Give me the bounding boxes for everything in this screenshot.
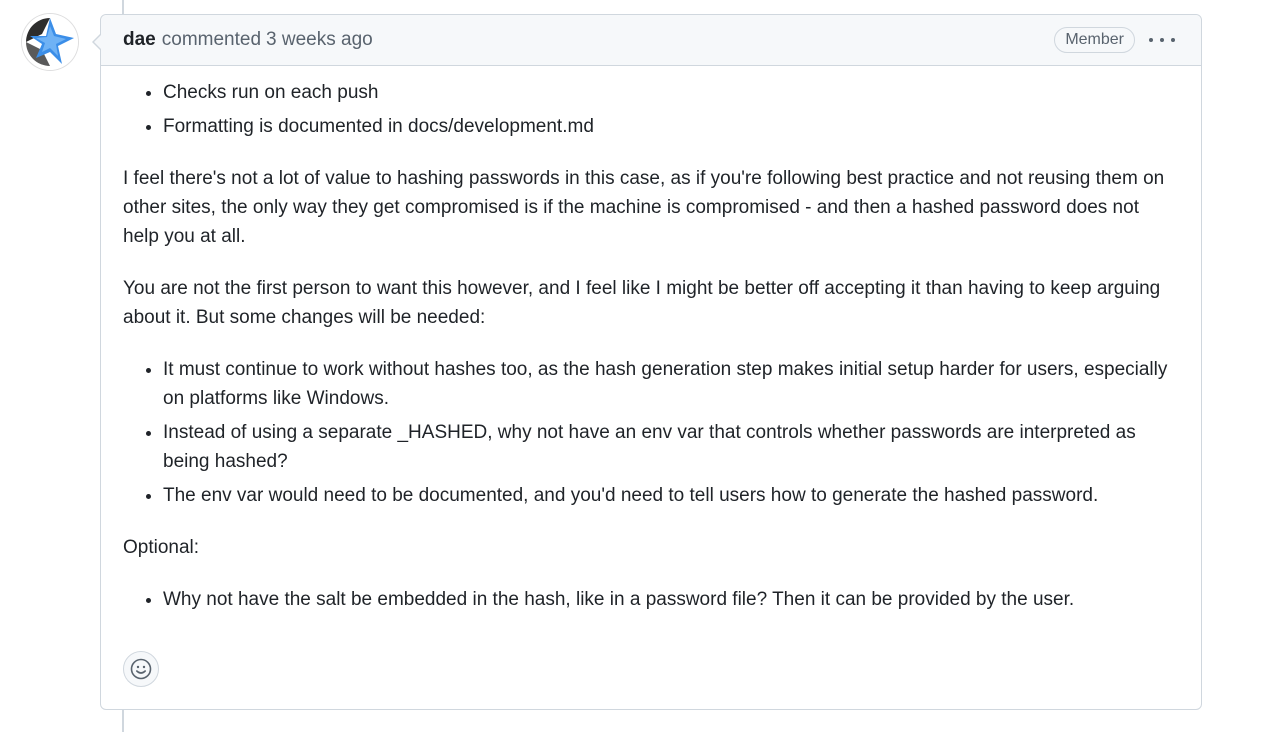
member-badge: Member: [1054, 27, 1135, 53]
list-item: Why not have the salt be embedded in the…: [163, 585, 1179, 614]
smiley-icon: [130, 658, 152, 680]
list-item: Instead of using a separate _HASHED, why…: [163, 418, 1179, 476]
avatar[interactable]: [22, 14, 78, 70]
list-item: The env var would need to be documented,…: [163, 481, 1179, 510]
optional-label: Optional:: [123, 537, 200, 558]
author-link[interactable]: dae: [123, 29, 156, 51]
comment-header: dae commented 3 weeks ago Member: [92, 15, 1201, 66]
comment-arrow-inner: [94, 34, 102, 50]
checks-list: Checks run on each push Formatting is do…: [123, 78, 1179, 141]
list-item: Formatting is documented in docs/develop…: [163, 112, 1179, 141]
comment-body: Checks run on each push Formatting is do…: [101, 66, 1201, 614]
kebab-horizontal-icon[interactable]: [1149, 29, 1175, 51]
changes-list: It must continue to work without hashes …: [123, 355, 1179, 510]
list-item: Checks run on each push: [163, 78, 1179, 107]
add-reaction-button[interactable]: [123, 651, 159, 687]
comment-action: commented: [161, 29, 262, 50]
avatar-logo: [22, 14, 78, 70]
paragraph: You are not the first person to want thi…: [123, 278, 1161, 328]
list-item: It must continue to work without hashes …: [163, 355, 1179, 413]
comment-timestamp[interactable]: 3 weeks ago: [266, 29, 373, 51]
comment-box: dae commented 3 weeks ago Member Checks …: [92, 14, 1202, 710]
paragraph: I feel there's not a lot of value to has…: [123, 168, 1165, 247]
optional-list: Why not have the salt be embedded in the…: [123, 585, 1179, 614]
